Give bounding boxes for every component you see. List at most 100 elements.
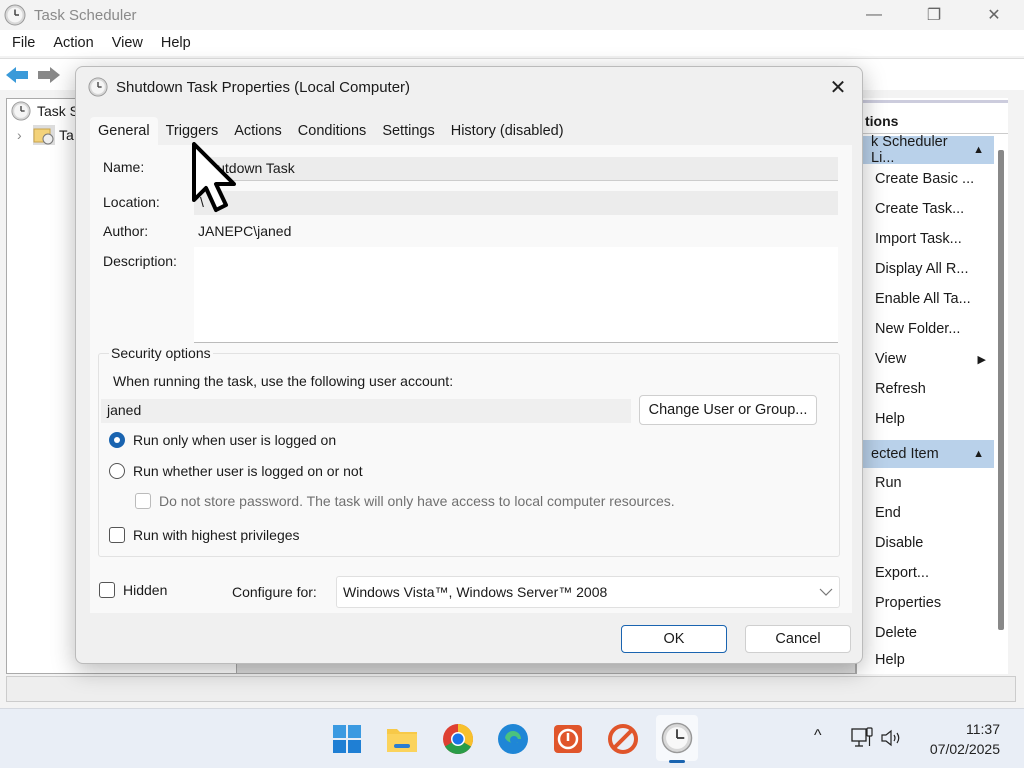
run-logged-on-option[interactable]: Run only when user is logged on xyxy=(109,432,336,448)
status-bar xyxy=(6,676,1016,702)
run-whether-option[interactable]: Run whether user is logged on or not xyxy=(109,463,363,479)
action-run[interactable]: Run xyxy=(857,468,994,498)
action-label: Export... xyxy=(875,565,929,581)
collapse-icon[interactable]: ▲ xyxy=(973,448,984,460)
action-properties[interactable]: Properties xyxy=(857,588,994,618)
tab-triggers[interactable]: Triggers xyxy=(158,117,227,145)
menu-help[interactable]: Help xyxy=(155,35,203,51)
action-view[interactable]: View ▶ xyxy=(857,344,994,374)
tab-actions[interactable]: Actions xyxy=(226,117,290,145)
collapse-icon[interactable]: ▲ xyxy=(973,144,984,156)
option-label: Run whether user is logged on or not xyxy=(133,463,363,479)
task-scheduler-taskbar-button[interactable] xyxy=(656,715,698,763)
change-user-button[interactable]: Change User or Group... xyxy=(639,395,817,425)
restore-button[interactable]: ❐ xyxy=(904,0,964,30)
configure-for-value: Windows Vista™, Windows Server™ 2008 xyxy=(343,584,608,600)
minimize-button[interactable]: — xyxy=(844,0,904,30)
hidden-option[interactable]: Hidden xyxy=(99,582,167,598)
option-label: Run only when user is logged on xyxy=(133,432,337,448)
action-import-task[interactable]: Import Task... xyxy=(857,224,994,254)
start-button[interactable] xyxy=(329,721,365,757)
author-label: Author: xyxy=(103,223,149,239)
user-account-field[interactable]: janed xyxy=(101,399,631,423)
radio-run-logged-on[interactable] xyxy=(109,432,125,448)
do-not-store-password-option[interactable]: Do not store password. The task will onl… xyxy=(135,493,675,509)
dialog-close-button[interactable]: ✕ xyxy=(826,75,850,99)
show-hidden-icons-chevron[interactable]: ^ xyxy=(814,727,822,745)
name-field[interactable]: Shutdown Task xyxy=(194,157,838,181)
description-label: Description: xyxy=(103,253,177,269)
radio-run-whether[interactable] xyxy=(109,463,125,479)
action-label: Create Task... xyxy=(875,201,965,217)
edge-icon xyxy=(498,724,528,754)
actions-section-header[interactable]: k Scheduler Li... ▲ xyxy=(857,134,994,166)
action-disable[interactable]: Disable xyxy=(857,528,994,558)
tab-conditions[interactable]: Conditions xyxy=(290,117,375,145)
blocker-app-button[interactable] xyxy=(605,721,641,757)
forward-arrow-icon[interactable] xyxy=(36,66,60,84)
description-textarea[interactable] xyxy=(194,247,838,343)
configure-for-select[interactable]: Windows Vista™, Windows Server™ 2008 xyxy=(336,576,840,608)
cancel-button[interactable]: Cancel xyxy=(745,625,851,653)
file-explorer-button[interactable] xyxy=(384,721,420,757)
chevron-down-icon[interactable] xyxy=(819,587,833,597)
action-new-folder[interactable]: New Folder... xyxy=(857,314,994,344)
taskbar: ^ 11:37 07/02/2025 xyxy=(0,708,1024,768)
clock-icon xyxy=(11,101,31,121)
option-label: Do not store password. The task will onl… xyxy=(159,493,675,509)
back-arrow-icon[interactable] xyxy=(6,66,30,84)
menu-action[interactable]: Action xyxy=(47,35,105,51)
system-clock[interactable]: 11:37 07/02/2025 xyxy=(930,719,1000,759)
tab-general[interactable]: General xyxy=(90,117,158,145)
action-label: Disable xyxy=(875,535,924,551)
action-label: Display All R... xyxy=(875,261,969,277)
action-display-all-running[interactable]: Display All R... xyxy=(857,254,994,284)
action-label: Refresh xyxy=(875,381,926,397)
action-refresh[interactable]: Refresh xyxy=(857,374,994,404)
app-title: Task Scheduler xyxy=(34,6,137,24)
action-help[interactable]: Help xyxy=(857,404,994,434)
highest-privileges-option[interactable]: Run with highest privileges xyxy=(109,527,300,543)
location-field[interactable]: \ xyxy=(194,191,838,215)
close-button[interactable]: ✕ xyxy=(964,0,1024,30)
action-label: Create Basic ... xyxy=(875,171,975,187)
action-create-task[interactable]: Create Task... xyxy=(857,194,994,224)
tab-history[interactable]: History (disabled) xyxy=(443,117,572,145)
tab-settings[interactable]: Settings xyxy=(374,117,442,145)
action-end[interactable]: End xyxy=(857,498,994,528)
checkbox-do-not-store-password[interactable] xyxy=(135,493,151,509)
folder-icon xyxy=(387,729,417,752)
action-enable-all-tasks-history[interactable]: Enable All Ta... xyxy=(857,284,994,314)
section-title: ected Item xyxy=(871,446,939,462)
action-label: Help xyxy=(875,411,905,427)
action-label: End xyxy=(875,505,901,521)
checkbox-hidden[interactable] xyxy=(99,582,115,598)
window-controls: — ❐ ✕ xyxy=(844,0,1024,30)
network-icon[interactable] xyxy=(850,727,874,749)
expand-chevron-icon[interactable]: › xyxy=(17,127,33,143)
shutdown-timer-button[interactable] xyxy=(550,721,586,757)
menu-view[interactable]: View xyxy=(106,35,155,51)
action-delete[interactable]: Delete xyxy=(857,618,994,648)
action-label: Import Task... xyxy=(875,231,962,247)
account-prompt: When running the task, use the following… xyxy=(113,373,454,389)
edge-button[interactable] xyxy=(495,721,531,757)
menu-file[interactable]: File xyxy=(6,35,47,51)
checkbox-highest-privileges[interactable] xyxy=(109,527,125,543)
actions-scrollbar[interactable] xyxy=(998,150,1004,630)
actions-pane: tions k Scheduler Li... ▲ Create Basic .… xyxy=(856,98,1008,674)
volume-icon[interactable] xyxy=(880,729,904,747)
action-label: Help xyxy=(875,652,905,668)
option-label: Hidden xyxy=(123,582,168,598)
ok-button[interactable]: OK xyxy=(621,625,727,653)
chrome-button[interactable] xyxy=(440,721,476,757)
clock-date: 07/02/2025 xyxy=(929,741,1000,757)
action-help-selected[interactable]: Help xyxy=(857,648,994,670)
mouse-cursor-icon xyxy=(192,142,236,212)
action-create-basic-task[interactable]: Create Basic ... xyxy=(857,164,994,194)
action-label: Properties xyxy=(875,595,942,611)
action-export[interactable]: Export... xyxy=(857,558,994,588)
security-options-group: Security options When running the task, … xyxy=(98,345,840,557)
tab-bar: General Triggers Actions Conditions Sett… xyxy=(90,117,572,145)
selected-item-section-header[interactable]: ected Item ▲ xyxy=(857,440,994,468)
